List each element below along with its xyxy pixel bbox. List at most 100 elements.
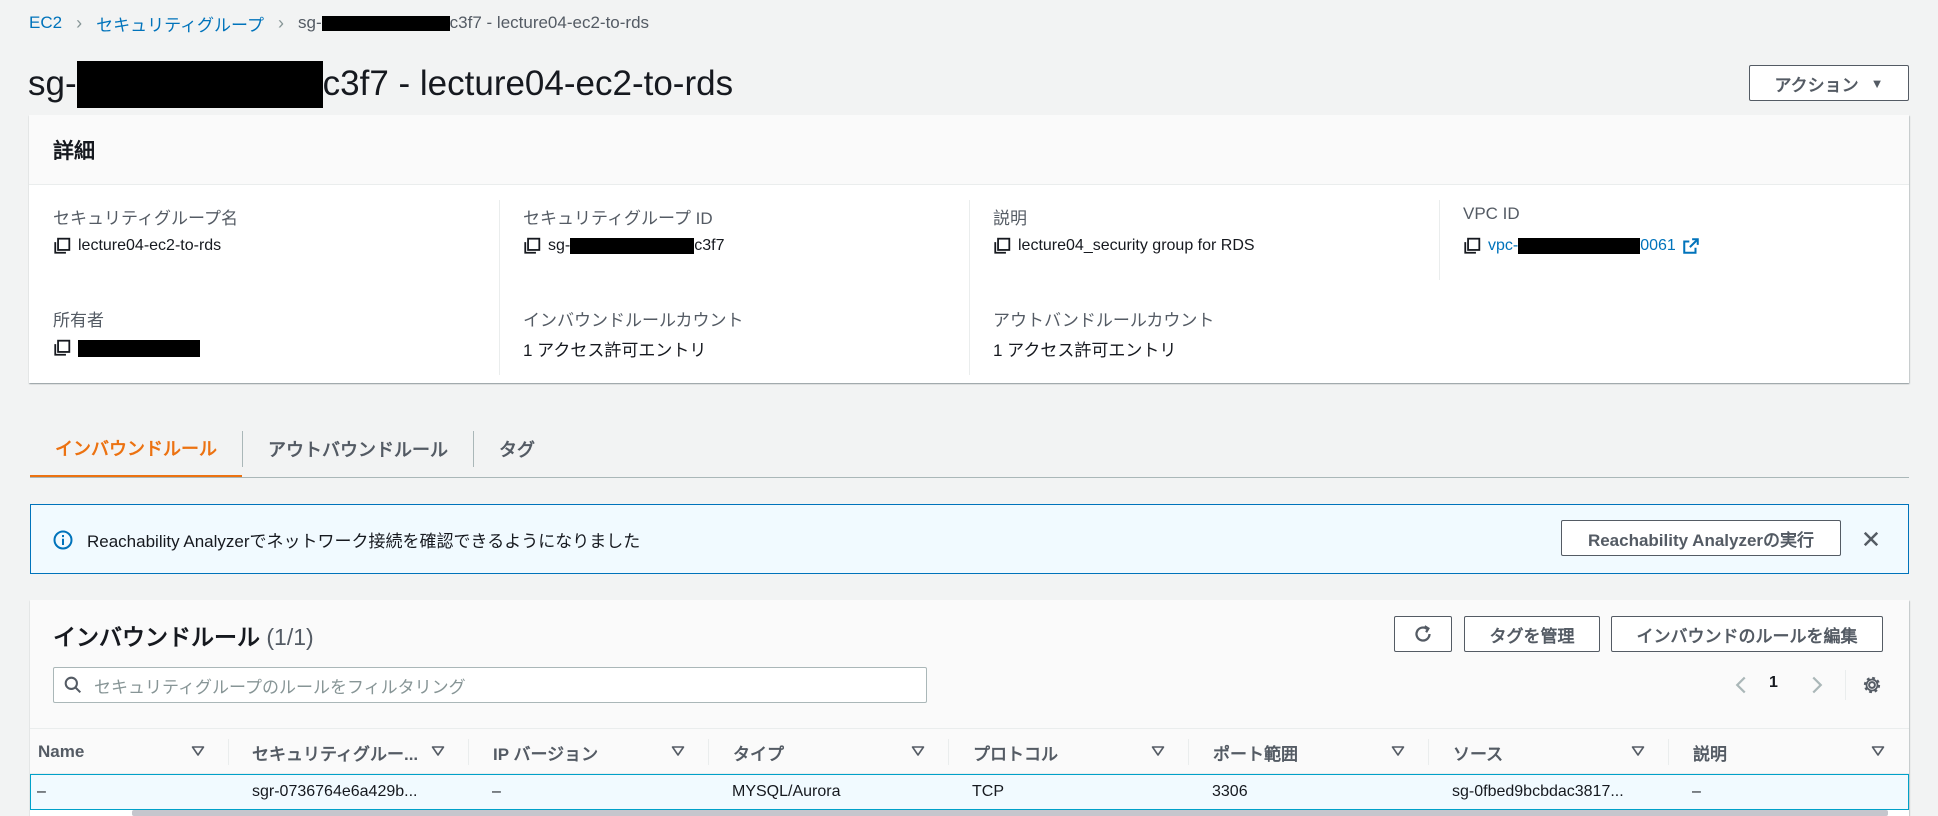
column-divider[interactable] bbox=[948, 739, 949, 765]
cell-port-range: 3306 bbox=[1212, 783, 1248, 800]
manage-tags-button[interactable]: タグを管理 bbox=[1464, 616, 1600, 652]
column-divider bbox=[1439, 200, 1440, 280]
breadcrumb-current-prefix: sg- bbox=[298, 13, 322, 32]
sort-icon[interactable] bbox=[670, 743, 686, 759]
field-sg-id: セキュリティグループ ID sg- c3f7 bbox=[523, 204, 724, 257]
column-header-port-range[interactable]: ポート範囲 bbox=[1213, 729, 1298, 775]
tab-bar: インバウンドルール アウトバウンドルール タグ bbox=[30, 420, 560, 478]
cell-type: MYSQL/Aurora bbox=[732, 783, 841, 800]
sort-icon[interactable] bbox=[1150, 743, 1166, 759]
search-icon bbox=[64, 676, 82, 694]
close-icon[interactable] bbox=[1861, 529, 1881, 549]
column-header-description[interactable]: 説明 bbox=[1693, 729, 1727, 775]
field-vpc-id: VPC ID vpc- 0061 bbox=[1463, 204, 1700, 257]
field-sg-name: セキュリティグループ名 lecture04-ec2-to-rds bbox=[53, 204, 238, 257]
sort-icon[interactable] bbox=[1630, 743, 1646, 759]
cell-protocol: TCP bbox=[972, 783, 1004, 800]
column-divider bbox=[499, 200, 500, 375]
copy-icon[interactable] bbox=[523, 237, 541, 255]
breadcrumb-security-groups-link[interactable]: セキュリティグループ bbox=[96, 11, 264, 36]
chevron-right-icon[interactable] bbox=[1809, 675, 1825, 695]
column-divider bbox=[969, 200, 970, 375]
column-divider[interactable] bbox=[228, 739, 229, 765]
rules-title-text: インバウンドルール bbox=[53, 624, 260, 650]
field-label: アウトバンドルールカウント bbox=[993, 311, 1215, 330]
field-value: sg- c3f7 bbox=[523, 235, 724, 257]
column-header-type[interactable]: タイプ bbox=[733, 729, 784, 775]
sg-id-prefix: sg- bbox=[548, 237, 571, 254]
column-divider[interactable] bbox=[708, 739, 709, 765]
breadcrumb-current: sg- c3f7 - lecture04-ec2-to-rds bbox=[298, 13, 649, 33]
table-row[interactable]: – sgr-0736764e6a429b... – MYSQL/Aurora T… bbox=[30, 774, 1909, 810]
info-icon bbox=[53, 530, 73, 550]
sort-icon[interactable] bbox=[910, 743, 926, 759]
sg-name-value: lecture04-ec2-to-rds bbox=[78, 237, 222, 254]
field-label: セキュリティグループ ID bbox=[523, 209, 713, 228]
details-panel: 詳細 セキュリティグループ名 lecture04-ec2-to-rds セキュリ… bbox=[29, 115, 1909, 383]
details-header: 詳細 bbox=[29, 115, 1909, 185]
cell-source: sg-0fbed9bcbdac3817... bbox=[1452, 783, 1624, 800]
redaction-bar bbox=[570, 238, 695, 254]
field-label: 説明 bbox=[993, 209, 1027, 228]
gear-icon[interactable] bbox=[1862, 675, 1882, 695]
copy-icon[interactable] bbox=[53, 339, 71, 357]
title-suffix: c3f7 - lecture04-ec2-to-rds bbox=[322, 64, 734, 103]
redaction-bar bbox=[78, 339, 200, 357]
tab-tags[interactable]: タグ bbox=[474, 420, 560, 478]
column-divider[interactable] bbox=[1428, 739, 1429, 765]
copy-icon[interactable] bbox=[993, 237, 1011, 255]
column-divider[interactable] bbox=[1188, 739, 1189, 765]
breadcrumb-ec2-link[interactable]: EC2 bbox=[29, 13, 62, 33]
column-header-rule-id[interactable]: セキュリティグルー... bbox=[252, 729, 418, 775]
vpc-id-prefix: vpc- bbox=[1488, 237, 1519, 254]
tabs-underline bbox=[30, 477, 1909, 478]
cell-ip-version: – bbox=[492, 783, 501, 800]
refresh-button[interactable] bbox=[1394, 616, 1452, 652]
horizontal-scrollbar[interactable] bbox=[132, 810, 1888, 816]
sort-icon[interactable] bbox=[430, 743, 446, 759]
rules-search-input[interactable]: セキュリティグループのルールをフィルタリング bbox=[53, 667, 927, 703]
field-label: 所有者 bbox=[53, 311, 104, 330]
field-inbound-count: インバウンドルールカウント 1 アクセス許可エントリ bbox=[523, 306, 744, 360]
field-label: セキュリティグループ名 bbox=[53, 209, 238, 228]
field-value: lecture04_security group for RDS bbox=[993, 235, 1255, 257]
column-divider[interactable] bbox=[1668, 739, 1669, 765]
outbound-count-value: 1 アクセス許可エントリ bbox=[993, 340, 1177, 360]
field-label: VPC ID bbox=[1463, 204, 1520, 223]
vpc-id-link[interactable]: vpc- 0061 bbox=[1488, 237, 1700, 255]
vpc-id-suffix: 0061 bbox=[1640, 237, 1676, 254]
search-placeholder: セキュリティグループのルールをフィルタリング bbox=[94, 677, 466, 697]
field-outbound-count: アウトバンドルールカウント 1 アクセス許可エントリ bbox=[993, 306, 1215, 360]
copy-icon[interactable] bbox=[53, 237, 71, 255]
external-link-icon bbox=[1683, 238, 1699, 254]
column-divider[interactable] bbox=[468, 739, 469, 765]
tab-inbound-rules[interactable]: インバウンドルール bbox=[30, 420, 242, 478]
sort-icon[interactable] bbox=[1870, 743, 1886, 759]
column-header-ip-version[interactable]: IP バージョン bbox=[493, 729, 598, 775]
sort-icon[interactable] bbox=[190, 743, 206, 759]
copy-icon[interactable] bbox=[1463, 237, 1481, 255]
caret-down-icon: ▼ bbox=[1870, 75, 1884, 91]
cell-description: – bbox=[1692, 783, 1701, 800]
chevron-left-icon[interactable] bbox=[1733, 675, 1749, 695]
title-prefix: sg- bbox=[28, 64, 77, 103]
page-number[interactable]: 1 bbox=[1769, 674, 1778, 692]
actions-button[interactable]: アクション ▼ bbox=[1749, 65, 1909, 101]
field-value: vpc- 0061 bbox=[1463, 235, 1700, 257]
inbound-count-value: 1 アクセス許可エントリ bbox=[523, 340, 707, 360]
column-header-name[interactable]: Name bbox=[38, 729, 84, 775]
field-value bbox=[53, 337, 200, 359]
cell-rule-id: sgr-0736764e6a429b... bbox=[252, 783, 418, 800]
sort-icon[interactable] bbox=[1390, 743, 1406, 759]
refresh-icon bbox=[1415, 625, 1431, 642]
chevron-right-icon: › bbox=[278, 12, 285, 33]
column-header-source[interactable]: ソース bbox=[1453, 729, 1503, 775]
tab-outbound-rules[interactable]: アウトバウンドルール bbox=[243, 420, 473, 478]
chevron-right-icon: › bbox=[76, 12, 83, 33]
column-header-protocol[interactable]: プロトコル bbox=[973, 729, 1058, 775]
sg-id-suffix: c3f7 bbox=[694, 237, 725, 254]
field-description: 説明 lecture04_security group for RDS bbox=[993, 204, 1255, 257]
run-reachability-analyzer-button[interactable]: Reachability Analyzerの実行 bbox=[1561, 520, 1841, 556]
edit-inbound-rules-button[interactable]: インバウンドのルールを編集 bbox=[1611, 616, 1883, 652]
table-header-row: Name セキュリティグルー... IP バージョン タイプ プロトコル ポート… bbox=[30, 728, 1909, 774]
